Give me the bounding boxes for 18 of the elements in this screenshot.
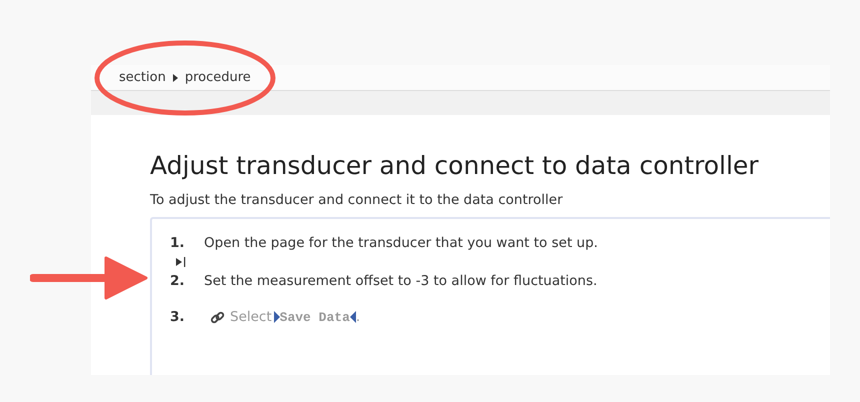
- start-tag-icon: [274, 311, 280, 323]
- ui-reference: Save Data: [280, 310, 350, 324]
- step-text: Set the measurement offset to -3 to allow for fluctuations.: [204, 273, 598, 289]
- step-text: Select: [230, 309, 272, 325]
- breadcrumb-item[interactable]: procedure: [184, 70, 251, 85]
- arrow-icon: [30, 256, 148, 300]
- step-number: 1.: [169, 235, 186, 251]
- intro-text: To adjust the transducer and connect it to the data controller: [150, 192, 564, 208]
- step-end: .: [356, 309, 360, 325]
- end-tag-icon: [350, 311, 356, 323]
- breadcrumb-item[interactable]: section: [119, 70, 166, 85]
- caret-icon: [172, 74, 178, 82]
- link-icon[interactable]: [210, 310, 225, 324]
- step-text: Open the page for the transducer that you want to set up.: [204, 235, 598, 251]
- step-number: 3.: [169, 309, 186, 325]
- page-title: Adjust transducer and connect to data controller: [150, 151, 760, 180]
- insert-marker-icon: [176, 257, 186, 267]
- step-number: 2.: [169, 273, 186, 289]
